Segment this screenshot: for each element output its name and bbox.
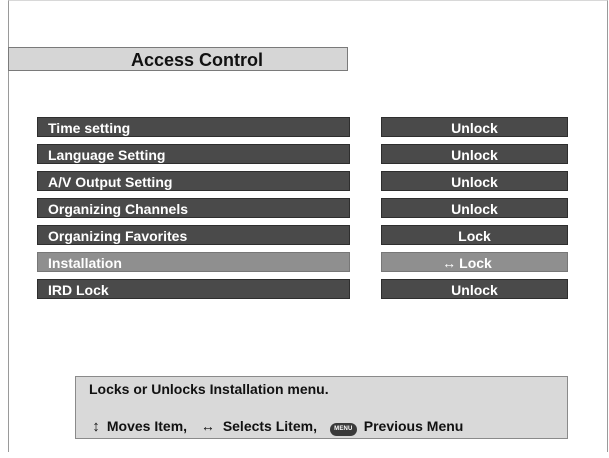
title-bar: Access Control xyxy=(8,47,348,71)
menu-item-organizing-favorites[interactable]: Organizing Favorites xyxy=(37,225,350,245)
help-description: Locks or Unlocks Installation menu. xyxy=(89,381,329,397)
menu-item-av-output-setting[interactable]: A/V Output Setting xyxy=(37,171,350,191)
lock-toggle-language-setting[interactable]: Unlock xyxy=(381,144,568,164)
menu-item-organizing-channels[interactable]: Organizing Channels xyxy=(37,198,350,218)
menu-item-ird-lock[interactable]: IRD Lock xyxy=(37,279,350,299)
up-down-arrow-icon: ↕ xyxy=(92,418,100,435)
select-legend-label: Selects Litem, xyxy=(222,418,317,434)
lock-toggle-installation[interactable]: ↔ Lock xyxy=(381,252,568,272)
key-legend: ↕ Moves Item, ↔ Selects Litem, MENU Prev… xyxy=(89,418,463,436)
help-panel: Locks or Unlocks Installation menu. ↕ Mo… xyxy=(75,376,568,439)
lock-value: Unlock xyxy=(451,282,498,298)
menu-item-label: Organizing Favorites xyxy=(48,228,188,244)
menu-list: Time setting Language Setting A/V Output… xyxy=(37,117,350,306)
value-list: Unlock Unlock Unlock Unlock Lock ↔ Lock U… xyxy=(381,117,568,306)
lock-value: Lock xyxy=(458,228,491,244)
menu-item-label: Language Setting xyxy=(48,147,166,163)
lock-toggle-ird-lock[interactable]: Unlock xyxy=(381,279,568,299)
menu-item-time-setting[interactable]: Time setting xyxy=(37,117,350,137)
page-title: Access Control xyxy=(130,50,264,70)
move-legend-label: Moves Item, xyxy=(106,418,188,434)
menu-button-icon: MENU xyxy=(329,423,357,436)
menu-item-label: Organizing Channels xyxy=(48,201,189,217)
lock-value: Unlock xyxy=(451,147,498,163)
left-right-arrow-icon: ↔ xyxy=(200,418,215,434)
menu-item-installation[interactable]: Installation xyxy=(37,252,350,272)
left-right-arrow-icon: ↔ xyxy=(442,255,457,271)
lock-value: Lock xyxy=(459,255,492,271)
lock-toggle-organizing-channels[interactable]: Unlock xyxy=(381,198,568,218)
lock-value: Unlock xyxy=(451,174,498,190)
menu-item-label: Time setting xyxy=(48,120,131,136)
menu-item-label: IRD Lock xyxy=(48,282,109,298)
menu-item-label: A/V Output Setting xyxy=(48,174,173,190)
lock-toggle-organizing-favorites[interactable]: Lock xyxy=(381,225,568,245)
lock-toggle-time-setting[interactable]: Unlock xyxy=(381,117,568,137)
menu-item-language-setting[interactable]: Language Setting xyxy=(37,144,350,164)
lock-toggle-av-output-setting[interactable]: Unlock xyxy=(381,171,568,191)
menu-item-label: Installation xyxy=(48,255,122,271)
lock-value: Unlock xyxy=(451,120,498,136)
lock-value: Unlock xyxy=(451,201,498,217)
previous-menu-label: Previous Menu xyxy=(363,418,464,434)
